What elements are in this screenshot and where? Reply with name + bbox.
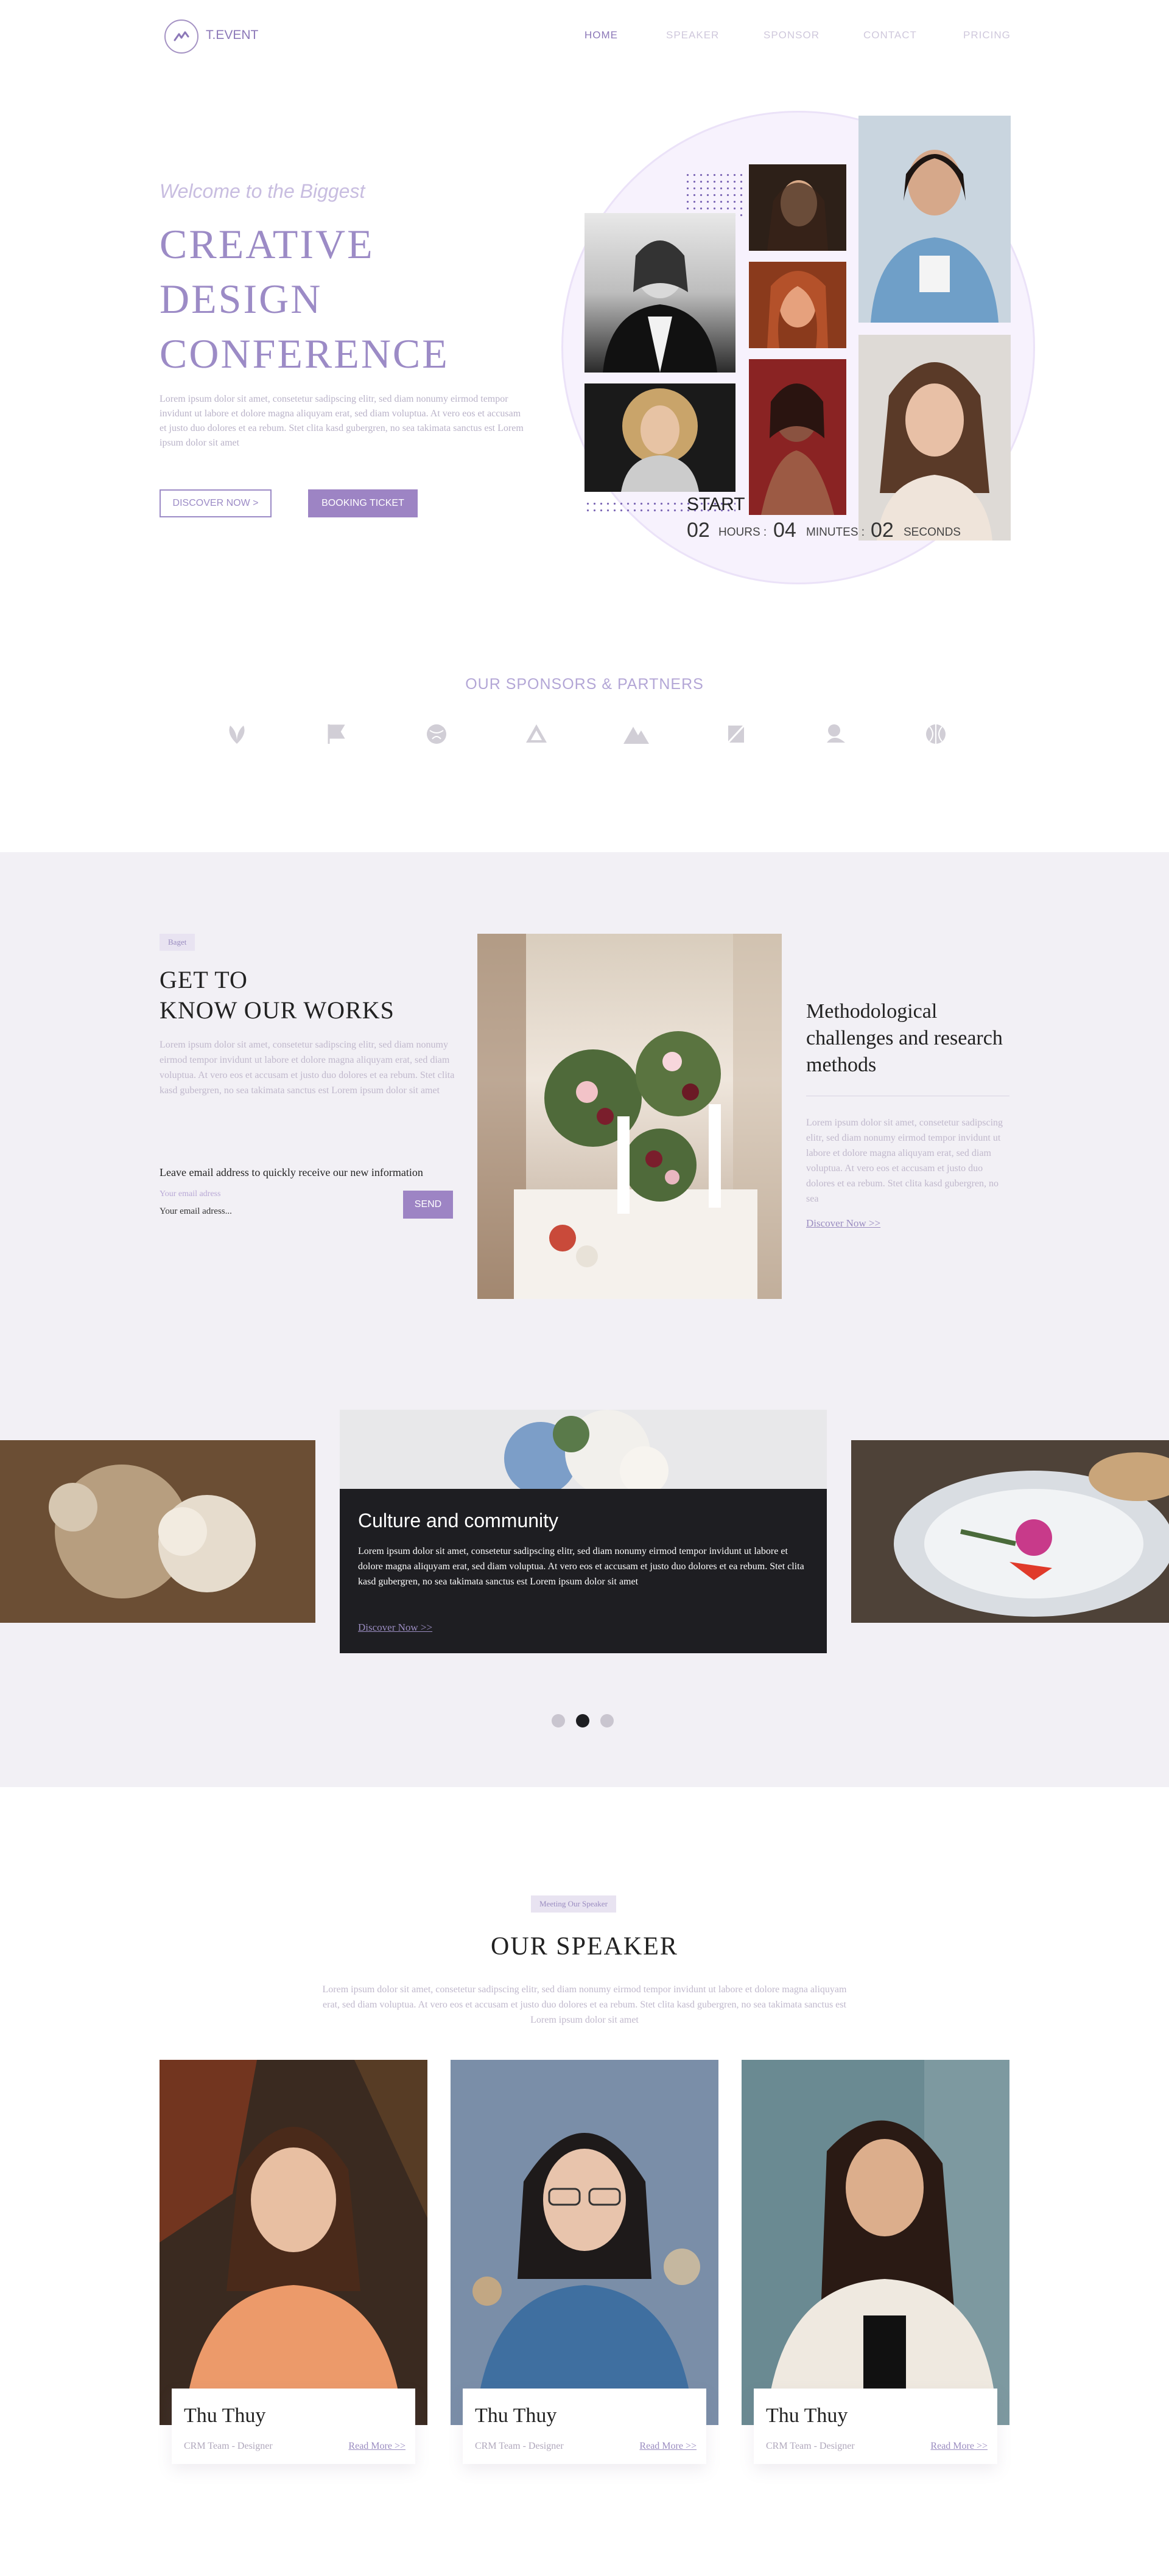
hero-pretitle: Welcome to the Biggest [160,180,365,202]
read-more-link[interactable]: Read More >> [348,2441,405,2452]
drop-logo-icon[interactable] [821,722,851,746]
speaker-role: CRM Team - Designer [766,2441,855,2451]
speaker-photo-brunette [858,335,1011,541]
discover-now-button[interactable]: DISCOVER NOW > [160,489,272,517]
side-title: Methodological challenges and research m… [806,1000,1003,1076]
shell-logo-icon[interactable] [921,722,951,746]
carousel-dot-3[interactable] [600,1714,614,1727]
speaker-role: CRM Team - Designer [184,2441,273,2451]
speakers-title: OUR SPEAKER [491,1933,678,1961]
speaker-photo-denim [858,116,1011,323]
flag-logo-icon[interactable] [321,722,352,746]
hero-title-line-1: CREATIVE [160,221,374,267]
speaker-card-photo-3 [742,2060,1009,2425]
countdown-seconds: 02 [871,519,894,542]
nav-pricing[interactable]: PRICING [963,29,1011,41]
carousel-photo-center [340,1410,827,1495]
nav-home[interactable]: HOME [584,29,618,41]
globe-logo-icon[interactable] [421,722,452,746]
countdown-minutes: 04 [773,519,796,542]
speaker-photo-small-1 [749,164,846,251]
leaf-logo-icon[interactable] [222,722,252,746]
read-more-link[interactable]: Read More >> [930,2441,988,2452]
speaker-name: Thu Thuy [184,2404,266,2427]
speaker-name: Thu Thuy [475,2404,557,2427]
speaker-photo-curly [584,383,735,492]
hero-title-line-2: DESIGN [160,276,323,322]
speakers-paragraph: Lorem ipsum dolor sit amet, consetetur s… [322,1984,847,2025]
works-tag: Baget [160,934,195,951]
carousel-dot-2[interactable] [576,1714,589,1727]
countdown-hours: 02 [687,519,710,542]
booking-ticket-button[interactable]: BOOKING TICKET [308,489,418,517]
speaker-name: Thu Thuy [766,2404,848,2427]
nav-sponsor[interactable]: SPONSOR [764,29,820,41]
logo-text[interactable]: T.EVENT [206,28,258,43]
culture-card-link[interactable]: Discover Now >> [358,1622,432,1634]
email-label: Your email adress [160,1189,221,1199]
carousel-photo-right [851,1440,1169,1623]
speaker-card-photo-1 [160,2060,427,2425]
mountain-logo-icon[interactable] [621,722,651,746]
speaker-card-1[interactable]: Thu Thuy CRM Team - Designer Read More >… [172,2389,415,2464]
speakers-tag: Meeting Our Speaker [531,1895,616,1913]
hero-title-line-3: CONFERENCE [160,331,449,377]
email-input[interactable] [160,1204,379,1219]
works-title-line-1: GET TO [160,966,248,993]
carousel-dot-1[interactable] [552,1714,565,1727]
speaker-role: CRM Team - Designer [475,2441,564,2451]
works-title-line-2: KNOW OUR WORKS [160,996,395,1024]
speaker-photo-small-2 [749,262,846,348]
logo-icon[interactable] [164,19,198,54]
works-paragraph: Lorem ipsum dolor sit amet, consetetur s… [160,1040,455,1096]
culture-card-title: Culture and community [358,1510,559,1531]
speaker-card-3[interactable]: Thu Thuy CRM Team - Designer Read More >… [754,2389,997,2464]
wedding-table-photo [477,934,782,1299]
countdown-seconds-label: SECONDS [904,526,961,539]
carousel-photo-left [0,1440,315,1623]
speaker-card-photo-2 [451,2060,718,2425]
nav-speaker[interactable]: SPEAKER [666,29,719,41]
countdown-hours-label: HOURS : [718,526,767,539]
culture-card-paragraph: Lorem ipsum dolor sit amet, consetetur s… [358,1546,804,1587]
sponsors-title: OUR SPONSORS & PARTNERS [465,676,704,693]
read-more-link[interactable]: Read More >> [639,2441,697,2452]
countdown-start-label: START [687,494,745,514]
square-logo-icon[interactable] [721,722,751,746]
triangle-logo-icon[interactable] [521,722,552,746]
speaker-photo-small-3 [749,359,846,515]
email-title: Leave email address to quickly receive o… [160,1166,423,1178]
side-paragraph: Lorem ipsum dolor sit amet, consetetur s… [806,1118,1003,1204]
nav-contact[interactable]: CONTACT [863,29,917,41]
countdown-minutes-label: MINUTES : [806,526,865,539]
send-button[interactable]: SEND [403,1191,453,1219]
side-discover-link[interactable]: Discover Now >> [806,1217,880,1230]
hero-paragraph: Lorem ipsum dolor sit amet, consetetur s… [160,394,524,448]
speaker-card-2[interactable]: Thu Thuy CRM Team - Designer Read More >… [463,2389,706,2464]
speaker-photo-bw [584,213,735,373]
